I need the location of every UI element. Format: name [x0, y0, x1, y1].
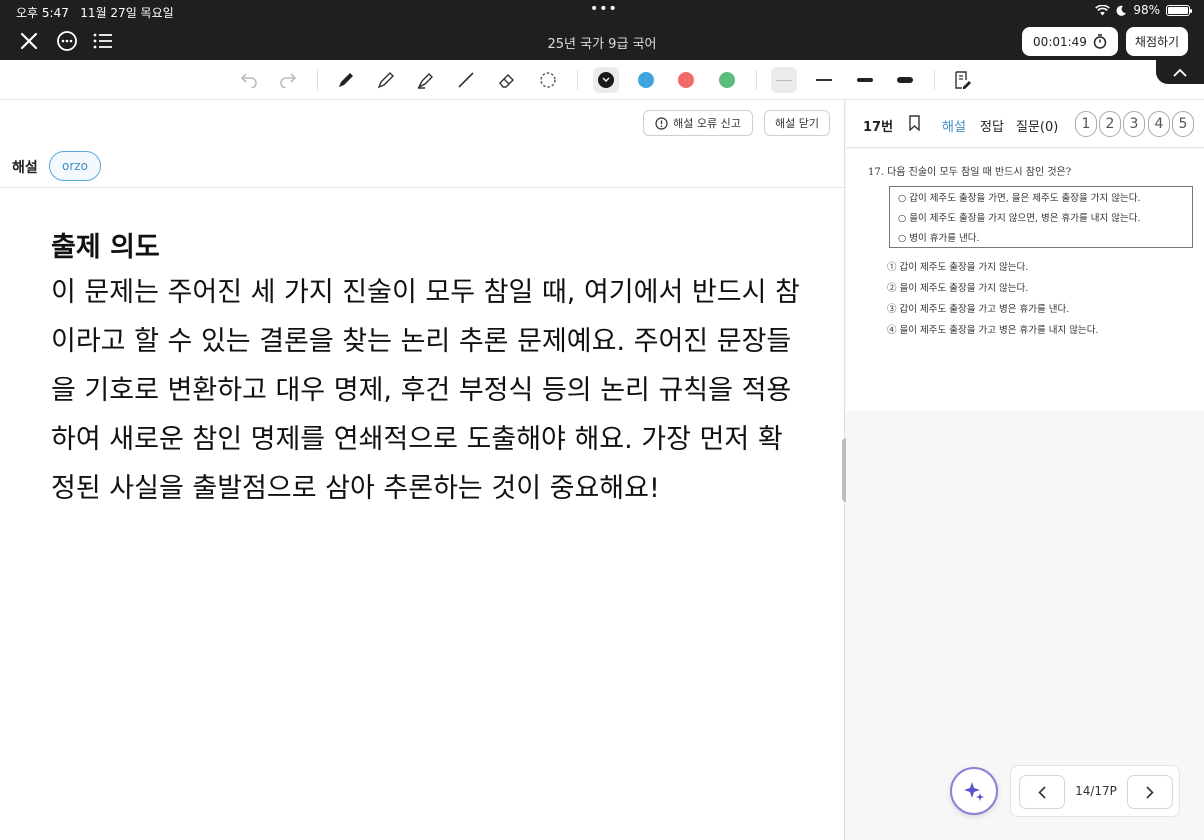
solution-content: 출제 의도 이 문제는 주어진 세 가지 진술이 모두 참일 때, 여기에서 반…: [51, 228, 811, 513]
tab-answer[interactable]: 정답: [980, 116, 1004, 135]
solution-body: 이 문제는 주어진 세 가지 진술이 모두 참일 때, 여기에서 반드시 참이라…: [51, 277, 800, 504]
source-chip[interactable]: orzo: [49, 151, 101, 181]
choice-1[interactable]: 1: [1075, 111, 1097, 137]
stopwatch-icon: [1093, 34, 1107, 49]
premise: ○ 을이 제주도 출장을 가지 않으면, 병은 휴가를 내지 않는다.: [898, 213, 1141, 224]
premise: ○ 갑이 제주도 출장을 가면, 을은 제주도 출장을 가지 않는다.: [898, 193, 1141, 204]
report-error-label: 해설 오류 신고: [673, 117, 741, 130]
collapse-toolbar-button[interactable]: [1156, 60, 1204, 84]
status-bar: 오후 5:47 11월 27일 목요일 ••• 98%: [0, 0, 1204, 22]
page-indicator: 14/17P: [1075, 784, 1117, 798]
sparkle-icon: [964, 782, 984, 801]
tab-solution[interactable]: 해설: [942, 116, 966, 135]
line-icon[interactable]: [453, 67, 479, 93]
stroke-thin[interactable]: [771, 67, 797, 93]
bookmark-icon[interactable]: [908, 115, 921, 135]
multitask-dots-icon[interactable]: •••: [590, 1, 618, 17]
eraser-icon[interactable]: [494, 67, 520, 93]
pen-icon[interactable]: [333, 67, 359, 93]
highlighter-icon[interactable]: [413, 67, 439, 93]
section-label: 해설: [12, 160, 38, 176]
pencil-icon[interactable]: [373, 67, 399, 93]
status-indicators: 98%: [1095, 3, 1192, 17]
solution-pane: 해설 오류 신고 해설 닫기 해설 orzo 출제 의도 이 문제는 주어진 세…: [0, 100, 845, 840]
color-red[interactable]: [673, 67, 699, 93]
color-black[interactable]: [593, 67, 619, 93]
redo-icon[interactable]: [275, 67, 301, 93]
option: ④ 을이 제주도 출장을 가고 병은 휴가를 내지 않는다.: [887, 325, 1099, 336]
close-solution-button[interactable]: 해설 닫기: [764, 110, 830, 136]
undo-icon[interactable]: [236, 67, 262, 93]
stroke-extra-thick[interactable]: [892, 67, 918, 93]
chevron-up-icon: [1173, 68, 1187, 77]
lasso-icon[interactable]: [535, 67, 561, 93]
solution-heading: 출제 의도: [51, 232, 160, 263]
grade-button[interactable]: 채점하기: [1126, 27, 1188, 56]
wifi-icon: [1095, 4, 1111, 15]
choice-5[interactable]: 5: [1172, 111, 1194, 137]
choice-2[interactable]: 2: [1099, 111, 1121, 137]
timer-value: 00:01:49: [1033, 34, 1087, 49]
ai-assistant-button[interactable]: [950, 767, 998, 815]
premise: ○ 병이 휴가를 낸다.: [898, 233, 980, 244]
memo-icon[interactable]: [949, 67, 975, 93]
option: ② 을이 제주도 출장을 가지 않는다.: [887, 283, 1029, 294]
option: ③ 갑이 제주도 출장을 가고 병은 휴가를 낸다.: [887, 304, 1070, 315]
color-green[interactable]: [714, 67, 740, 93]
chevron-left-icon: [1038, 785, 1046, 799]
next-page-button[interactable]: [1127, 775, 1173, 809]
stroke-thick[interactable]: [852, 67, 878, 93]
title-bar: 25년 국가 9급 국어 00:01:49 채점하기: [0, 22, 1204, 60]
chevron-down-icon: [602, 77, 610, 82]
divider: [0, 187, 845, 188]
color-blue[interactable]: [633, 67, 659, 93]
choice-3[interactable]: 3: [1123, 111, 1145, 137]
question-pane: 17번 해설 정답 질문(0) 1 2 3 4 5 17. 다음 진술이 모두 …: [846, 100, 1204, 840]
battery-icon: [1166, 4, 1192, 16]
question-title: 17. 다음 진술이 모두 참일 때 반드시 참인 것은?: [868, 167, 1072, 178]
prev-page-button[interactable]: [1019, 775, 1065, 809]
chevron-right-icon: [1146, 785, 1154, 799]
question-image: 17. 다음 진술이 모두 참일 때 반드시 참인 것은? ○ 갑이 제주도 출…: [846, 149, 1204, 411]
drawing-toolbar: [0, 60, 1204, 100]
pager: 14/17P: [1010, 765, 1180, 817]
option: ① 갑이 제주도 출장을 가지 않는다.: [887, 262, 1029, 273]
premise-box: ○ 갑이 제주도 출장을 가면, 을은 제주도 출장을 가지 않는다. ○ 을이…: [889, 186, 1193, 248]
moon-icon: [1116, 5, 1127, 16]
question-options: ① 갑이 제주도 출장을 가지 않는다. ② 을이 제주도 출장을 가지 않는다…: [887, 257, 1098, 341]
question-header: 17번 해설 정답 질문(0) 1 2 3 4 5: [846, 100, 1204, 148]
timer-button[interactable]: 00:01:49: [1022, 27, 1118, 56]
question-number: 17번: [863, 120, 894, 135]
report-error-button[interactable]: 해설 오류 신고: [643, 110, 753, 136]
stroke-medium[interactable]: [811, 67, 837, 93]
status-time: 오후 5:47 11월 27일 목요일: [16, 6, 174, 20]
tab-questions[interactable]: 질문(0): [1016, 116, 1058, 135]
choice-4[interactable]: 4: [1148, 111, 1170, 137]
alert-circle-icon: [655, 116, 668, 130]
battery-percent: 98%: [1133, 3, 1160, 17]
